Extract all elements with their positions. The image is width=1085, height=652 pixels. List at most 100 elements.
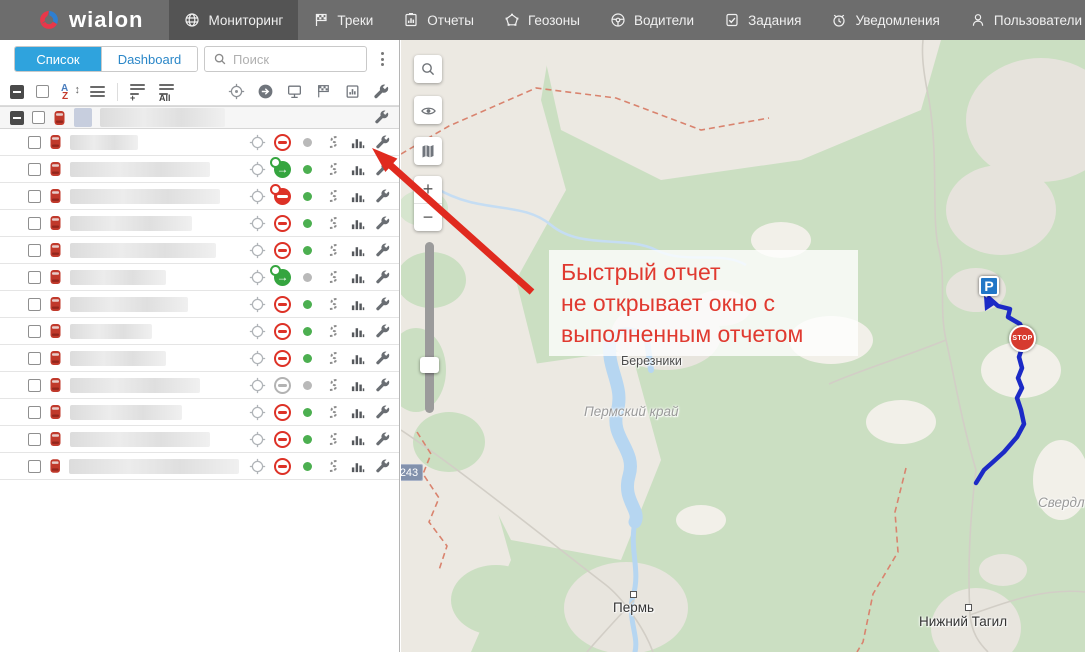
unit-locate-button[interactable] [247, 269, 268, 286]
unit-locate-button[interactable] [247, 404, 268, 421]
zoom-slider-handle[interactable] [420, 357, 439, 373]
locate-column-button[interactable] [228, 83, 245, 100]
unit-row[interactable] [0, 399, 399, 426]
unit-quick-report-button[interactable] [347, 378, 368, 393]
unit-locate-button[interactable] [247, 323, 268, 340]
unit-checkbox[interactable] [28, 244, 41, 257]
unit-row[interactable] [0, 345, 399, 372]
map-visibility-button[interactable] [414, 96, 442, 124]
zoom-slider[interactable] [425, 242, 434, 413]
unit-quick-report-button[interactable] [347, 297, 368, 312]
unit-properties-button[interactable] [372, 216, 393, 231]
tab-dashboard[interactable]: Dashboard [101, 47, 197, 71]
unit-locate-button[interactable] [247, 431, 268, 448]
unit-properties-button[interactable] [372, 351, 393, 366]
unit-row[interactable] [0, 210, 399, 237]
properties-column-button[interactable] [373, 84, 389, 100]
unit-quick-track-button[interactable] [322, 188, 343, 204]
unit-properties-button[interactable] [372, 432, 393, 447]
display-options-button[interactable] [90, 86, 105, 97]
unit-row[interactable] [0, 318, 399, 345]
unit-checkbox[interactable] [28, 271, 41, 284]
unit-quick-track-button[interactable] [322, 269, 343, 285]
unit-quick-report-button[interactable] [347, 135, 368, 150]
unit-properties-button[interactable] [372, 162, 393, 177]
unit-quick-report-button[interactable] [347, 459, 368, 474]
nav-item-monitoring[interactable]: Мониторинг [169, 0, 298, 40]
panel-menu-button[interactable] [373, 48, 391, 70]
unit-locate-button[interactable] [247, 188, 268, 205]
sort-az-button[interactable]: AZ↕ [61, 84, 78, 100]
unit-locate-button[interactable] [247, 377, 268, 394]
quick-report-column-button[interactable] [344, 83, 361, 100]
map-search-button[interactable] [414, 55, 442, 83]
wialon-logo[interactable]: wialon [0, 0, 169, 40]
unit-checkbox[interactable] [28, 433, 41, 446]
unit-quick-track-button[interactable] [322, 377, 343, 393]
unit-checkbox[interactable] [28, 217, 41, 230]
unit-properties-button[interactable] [372, 243, 393, 258]
unit-checkbox[interactable] [28, 298, 41, 311]
unit-properties-button[interactable] [372, 378, 393, 393]
unit-row[interactable] [0, 453, 399, 480]
select-all-checkbox[interactable] [36, 85, 49, 98]
unit-checkbox[interactable] [28, 352, 41, 365]
unit-properties-button[interactable] [372, 135, 393, 150]
quick-track-column-button[interactable] [315, 83, 332, 100]
nav-item-users[interactable]: Пользователи [955, 0, 1085, 40]
unit-quick-report-button[interactable] [347, 243, 368, 258]
unit-quick-report-button[interactable] [347, 270, 368, 285]
search-input[interactable]: Поиск [204, 46, 367, 72]
events-column-button[interactable] [286, 83, 303, 100]
unit-checkbox[interactable] [28, 460, 41, 473]
unit-properties-button[interactable] [372, 189, 393, 204]
nav-item-tracks[interactable]: Треки [298, 0, 388, 40]
nav-item-notifications[interactable]: Уведомления [816, 0, 954, 40]
unit-row[interactable] [0, 291, 399, 318]
zoom-in-button[interactable]: + [414, 176, 442, 204]
unit-properties-button[interactable] [372, 459, 393, 474]
tab-list[interactable]: Список [15, 47, 101, 71]
unit-quick-report-button[interactable] [347, 351, 368, 366]
unit-checkbox[interactable] [28, 136, 41, 149]
unit-quick-report-button[interactable] [347, 189, 368, 204]
unit-checkbox[interactable] [28, 163, 41, 176]
unit-locate-button[interactable] [247, 242, 268, 259]
unit-quick-report-button[interactable] [347, 216, 368, 231]
group-collapse-icon[interactable] [10, 111, 24, 125]
zoom-out-button[interactable]: − [414, 204, 442, 231]
unit-row[interactable] [0, 129, 399, 156]
unit-checkbox[interactable] [28, 379, 41, 392]
unit-row[interactable] [0, 156, 399, 183]
parking-marker[interactable]: P [979, 276, 999, 296]
follow-unit-column-button[interactable] [257, 83, 274, 100]
nav-item-jobs[interactable]: Задания [709, 0, 816, 40]
unit-quick-track-button[interactable] [322, 404, 343, 420]
unit-quick-track-button[interactable] [322, 161, 343, 177]
unit-quick-track-button[interactable] [322, 215, 343, 231]
unit-row[interactable] [0, 426, 399, 453]
stop-marker[interactable]: STOP [1009, 325, 1036, 352]
map-layers-button[interactable] [414, 137, 442, 165]
group-checkbox[interactable] [32, 111, 45, 124]
unit-quick-track-button[interactable] [322, 350, 343, 366]
unit-checkbox[interactable] [28, 406, 41, 419]
unit-quick-report-button[interactable] [347, 324, 368, 339]
nav-item-geofences[interactable]: Геозоны [489, 0, 595, 40]
nav-item-drivers[interactable]: Водители [595, 0, 709, 40]
unit-row[interactable] [0, 183, 399, 210]
unit-quick-track-button[interactable] [322, 458, 343, 474]
unit-locate-button[interactable] [247, 458, 268, 475]
unit-properties-button[interactable] [372, 297, 393, 312]
unit-properties-button[interactable] [372, 270, 393, 285]
unit-row[interactable] [0, 264, 399, 291]
unit-quick-track-button[interactable] [322, 323, 343, 339]
unit-checkbox[interactable] [28, 325, 41, 338]
unit-checkbox[interactable] [28, 190, 41, 203]
unit-properties-button[interactable] [372, 324, 393, 339]
unit-quick-track-button[interactable] [322, 431, 343, 447]
unit-locate-button[interactable] [247, 161, 268, 178]
unit-quick-report-button[interactable] [347, 162, 368, 177]
map-canvas[interactable]: Березники Пермский край Пермь Нижний Таг… [401, 40, 1085, 652]
unit-locate-button[interactable] [247, 350, 268, 367]
